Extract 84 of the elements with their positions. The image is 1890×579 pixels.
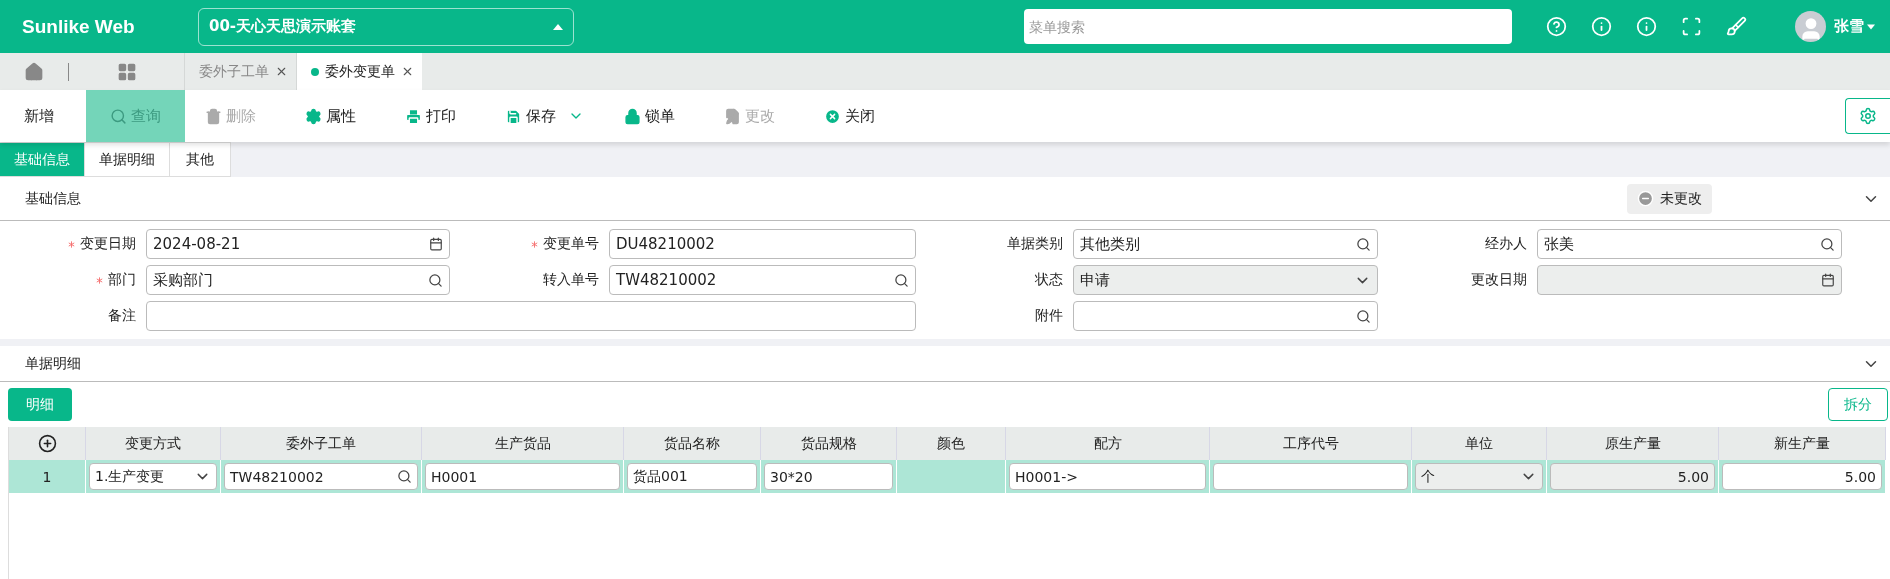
column-header: 变更方式 — [86, 427, 221, 460]
trash-icon — [205, 107, 222, 125]
input-field[interactable]: 张美 — [1537, 229, 1842, 259]
search-icon[interactable] — [1356, 308, 1371, 324]
close-icon[interactable] — [275, 65, 288, 78]
section-title: 基础信息 — [25, 189, 81, 208]
column-header: 颜色 — [897, 427, 1006, 460]
close-icon — [824, 107, 841, 125]
column-header: 货品规格 — [761, 427, 897, 460]
cell-field[interactable]: H0001-> — [1009, 463, 1206, 490]
cell-field[interactable] — [1213, 463, 1408, 490]
printer-icon — [405, 107, 422, 125]
cell-field[interactable]: 30*20 — [764, 463, 893, 490]
field-label: 备注 — [108, 307, 137, 325]
section-title: 单据明细 — [25, 354, 81, 373]
document-pen-icon — [724, 107, 741, 125]
required-icon — [529, 238, 540, 250]
lock-icon — [624, 107, 641, 125]
fullscreen-icon[interactable] — [1681, 16, 1702, 37]
avatar-icon[interactable] — [1795, 11, 1826, 42]
column-header: 单位 — [1412, 427, 1547, 460]
row-number: 1 — [9, 460, 86, 493]
input-field[interactable] — [1073, 301, 1378, 331]
settings-button[interactable] — [1845, 98, 1890, 134]
add-row-icon[interactable] — [9, 427, 86, 460]
input-field[interactable]: DU48210002 — [609, 229, 916, 259]
column-header: 货品名称 — [624, 427, 761, 460]
column-header: 委外子工单 — [221, 427, 422, 460]
column-header: 配方 — [1006, 427, 1210, 460]
field-label: 单据类别 — [1007, 235, 1064, 253]
toolbar-button[interactable]: 打印 — [385, 90, 485, 142]
field-label: 附件 — [1035, 307, 1064, 325]
toolbar-button[interactable]: 锁单 — [604, 90, 704, 142]
gear-icon — [1859, 107, 1877, 125]
form-tab[interactable]: 单据明细 — [85, 142, 170, 177]
search-icon[interactable] — [1356, 236, 1371, 252]
toolbar-button[interactable]: 关闭 — [804, 90, 904, 142]
field-label: 经办人 — [1485, 235, 1528, 253]
gear-icon — [305, 107, 322, 125]
info-icon[interactable] — [1591, 16, 1612, 37]
required-icon — [94, 274, 105, 286]
input-field[interactable]: 2024-08-21 — [146, 229, 450, 259]
caret-icon — [553, 23, 563, 30]
search-icon[interactable] — [428, 272, 443, 288]
column-header: 原生产量 — [1547, 427, 1719, 460]
input-field[interactable]: TW48210002 — [609, 265, 916, 295]
column-header: 生产货品 — [422, 427, 624, 460]
cell-field[interactable]: TW48210002 — [224, 463, 418, 490]
field-label: 变更日期 — [66, 235, 146, 253]
column-header: 工序代号 — [1210, 427, 1412, 460]
search-icon[interactable] — [894, 272, 909, 288]
app-logo: Sunlike Web — [21, 15, 136, 38]
menu-search-field[interactable]: 菜单搜索 — [1024, 9, 1512, 44]
required-icon — [66, 238, 77, 250]
field-label: 转入单号 — [543, 271, 600, 289]
minus-circle-icon — [1637, 190, 1654, 207]
field-label: 变更单号 — [529, 235, 609, 253]
caret-icon — [1867, 23, 1875, 30]
field-label: 部门 — [94, 271, 146, 289]
input-field[interactable]: 采购部门 — [146, 265, 450, 295]
cell-field[interactable]: 5.00 — [1722, 463, 1882, 490]
field-label: 更改日期 — [1471, 271, 1528, 289]
active-dot-icon — [311, 67, 319, 76]
info-icon[interactable] — [1636, 16, 1657, 37]
search-icon — [110, 107, 127, 125]
toolbar-button[interactable]: 属性 — [285, 90, 385, 142]
page-tab[interactable]: 委外变更单 — [296, 53, 422, 90]
cell-field[interactable]: 货品001 — [627, 463, 757, 490]
close-icon[interactable] — [401, 65, 414, 78]
column-header: 新生产量 — [1719, 427, 1886, 460]
search-icon[interactable] — [1820, 236, 1835, 252]
brush-icon[interactable] — [1726, 16, 1747, 37]
calendar-icon[interactable] — [429, 237, 443, 251]
form-tab[interactable]: 其他 — [170, 142, 231, 177]
input-field[interactable] — [146, 301, 916, 331]
search-icon[interactable] — [397, 469, 412, 484]
toolbar-button[interactable]: 保存 — [485, 90, 604, 142]
field-label: 状态 — [1035, 271, 1064, 289]
help-icon[interactable] — [1546, 16, 1567, 37]
cell-field[interactable]: H0001 — [425, 463, 620, 490]
cell-field[interactable]: 1.生产变更 — [89, 463, 217, 490]
input-field[interactable]: 其他类别 — [1073, 229, 1378, 259]
toolbar-button[interactable]: 新增 — [0, 90, 86, 142]
status-badge: 未更改 — [1627, 183, 1712, 214]
